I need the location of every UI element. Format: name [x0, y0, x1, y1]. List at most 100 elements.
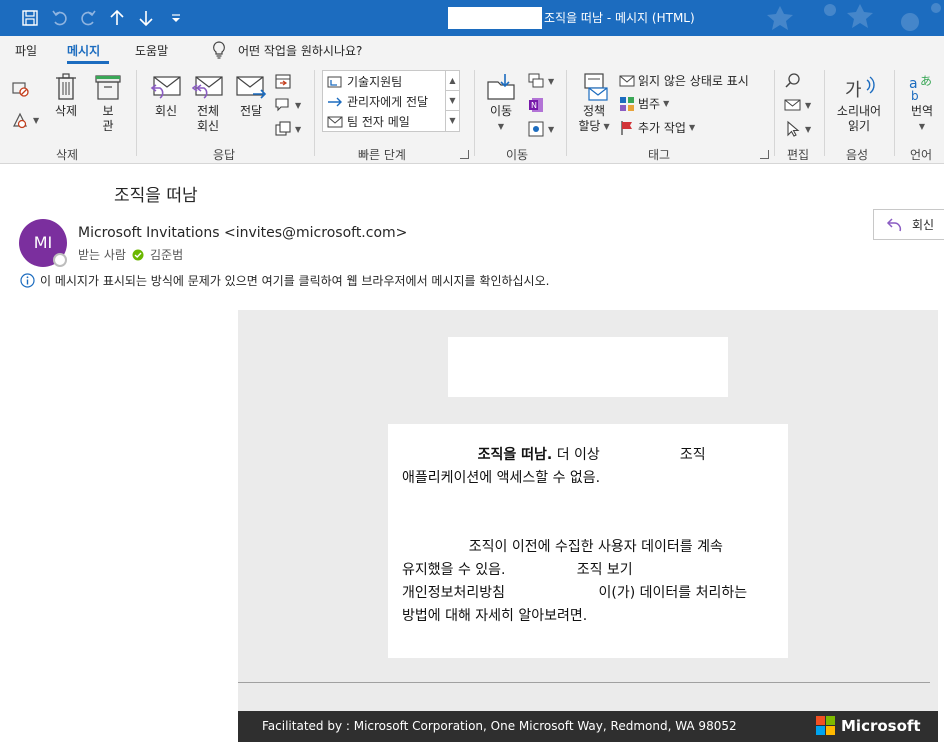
- customize-icon[interactable]: [166, 8, 186, 28]
- tab-help[interactable]: 도움말: [135, 42, 168, 59]
- policy-icon: [576, 72, 612, 102]
- redo-icon[interactable]: [78, 8, 98, 28]
- undo-icon[interactable]: [50, 8, 70, 28]
- assign-policy-label-1: 정책: [582, 104, 606, 118]
- group-separator: [774, 70, 775, 156]
- divider: [238, 682, 930, 683]
- email-line: 애플리케이션에 액세스할 수 없음.: [402, 470, 601, 486]
- archive-icon: [92, 72, 124, 102]
- cursor-icon: [784, 120, 802, 138]
- rules-button[interactable]: ▼: [527, 72, 554, 90]
- group-label-language: 언어: [910, 148, 933, 162]
- recipients-line: 받는 사람 김준범: [78, 246, 183, 263]
- forward-button[interactable]: 전달: [233, 72, 269, 119]
- group-label-tags: 태그: [648, 148, 671, 162]
- related-button[interactable]: ▼: [784, 96, 811, 114]
- assign-policy-button[interactable]: 정책 할당 ▼: [576, 72, 612, 134]
- email-line: 개인정보처리방침 이(가) 데이터를 처리하는: [402, 585, 748, 601]
- scroll-up-icon[interactable]: ▲: [446, 71, 459, 91]
- follow-up-button[interactable]: 추가 작업 ▼: [619, 119, 695, 136]
- quick-steps-scroll[interactable]: ▲ ▼ ▼: [445, 71, 459, 131]
- ribbon: ▼ 삭제 보 관 삭제 회신 전체 회신 전달 ▼ ▼ 응답 기술지원팀 관리자…: [0, 64, 944, 164]
- search-icon: [784, 72, 802, 90]
- reply-all-icon: [190, 72, 226, 102]
- expand-gallery-icon[interactable]: ▼: [446, 111, 459, 131]
- brand-name: Microsoft: [841, 716, 921, 735]
- translate-label: 번역: [910, 104, 934, 118]
- meeting-button[interactable]: [274, 72, 292, 90]
- group-label-respond: 응답: [213, 148, 236, 162]
- group-separator: [314, 70, 315, 156]
- title-bar: 조직을 떠남 - 메시지 (HTML): [0, 0, 944, 36]
- group-separator: [566, 70, 567, 156]
- archive-label-1: 보: [102, 104, 114, 118]
- reply-all-button[interactable]: 전체 회신: [190, 72, 226, 134]
- quick-step-label: 관리자에게 전달: [347, 95, 429, 109]
- related-mail-icon: [784, 96, 802, 114]
- microsoft-logo-icon: [816, 716, 835, 735]
- tell-me-search[interactable]: 어떤 작업을 원하시나요?: [212, 41, 362, 59]
- dialog-launcher-icon[interactable]: [460, 150, 469, 159]
- move-icon: [484, 72, 518, 102]
- more-respond-icon: [274, 120, 292, 138]
- reply-inline-button[interactable]: 회신: [873, 209, 944, 240]
- info-icon: [20, 273, 35, 288]
- recipient-name[interactable]: 김준범: [150, 246, 183, 263]
- quick-step-item[interactable]: 팀 전자 메일: [327, 113, 410, 130]
- translate-button[interactable]: aあb 번역 ▼: [902, 72, 942, 134]
- quick-step-item[interactable]: 관리자에게 전달: [327, 93, 428, 110]
- find-button[interactable]: [784, 72, 802, 90]
- footer-text: Facilitated by : Microsoft Corporation, …: [262, 719, 737, 733]
- save-icon[interactable]: [20, 8, 40, 28]
- sender-name[interactable]: Microsoft Invitations <invites@microsoft…: [78, 225, 407, 241]
- actions-button[interactable]: ▼: [527, 120, 554, 138]
- mark-unread-button[interactable]: 읽지 않은 상태로 표시: [619, 72, 749, 89]
- follow-up-label: 추가 작업: [638, 121, 686, 135]
- reply-all-label-2: 회신: [196, 119, 220, 133]
- im-button[interactable]: ▼: [274, 96, 301, 114]
- group-separator: [824, 70, 825, 156]
- read-aloud-button[interactable]: 가 소리내어 읽기: [832, 72, 886, 134]
- categorize-button[interactable]: 범주 ▼: [619, 95, 669, 112]
- trash-icon: [51, 72, 81, 102]
- select-button[interactable]: ▼: [784, 120, 811, 138]
- reply-all-label-1: 전체: [196, 104, 220, 118]
- reply-button[interactable]: 회신: [148, 72, 184, 119]
- group-label-edit: 편집: [787, 148, 810, 162]
- email-line1-rest: 더 이상 조직: [552, 447, 706, 463]
- email-line: 방법에 대해 자세히 알아보려면.: [402, 608, 588, 624]
- cleanup-button[interactable]: ▼: [10, 110, 39, 130]
- onenote-button[interactable]: N: [527, 96, 545, 114]
- dialog-launcher-icon[interactable]: [760, 150, 769, 159]
- down-arrow-icon[interactable]: [136, 8, 156, 28]
- group-label-quick-steps: 빠른 단계: [358, 148, 406, 162]
- scroll-down-icon[interactable]: ▼: [446, 91, 459, 111]
- up-arrow-icon[interactable]: [107, 8, 127, 28]
- info-bar[interactable]: 이 메시지가 표시되는 방식에 문제가 있으면 여기를 클릭하여 웹 브라우저에…: [20, 272, 549, 289]
- tab-file[interactable]: 파일: [15, 42, 37, 59]
- reply-arrow-icon: [886, 217, 904, 233]
- group-separator: [474, 70, 475, 156]
- move-button[interactable]: 이동 ▼: [484, 72, 518, 134]
- category-icon: [619, 96, 635, 112]
- archive-button[interactable]: 보 관: [92, 72, 124, 134]
- ignore-button[interactable]: [10, 78, 30, 98]
- arrow-right-icon: [327, 94, 343, 110]
- window-title: 조직을 떠남 - 메시지 (HTML): [544, 11, 695, 25]
- rules-icon: [527, 72, 545, 90]
- tab-message[interactable]: 메시지: [67, 42, 100, 59]
- quick-steps-gallery: 기술지원팀 관리자에게 전달 팀 전자 메일 ▲ ▼ ▼: [322, 70, 460, 132]
- delete-button[interactable]: 삭제: [51, 72, 81, 119]
- more-respond-button[interactable]: ▼: [274, 120, 301, 138]
- redacted-logo-region: [448, 337, 728, 397]
- email-content-card: 조직을 떠남. 더 이상 조직 애플리케이션에 액세스할 수 없음. 조직이 이…: [388, 424, 788, 658]
- email-blank-line: [402, 490, 774, 513]
- read-aloud-label-2: 읽기: [847, 119, 871, 133]
- ribbon-tabs: 파일 메시지 도움말 어떤 작업을 원하시나요?: [0, 36, 944, 64]
- assign-policy-label-2: 할당 ▼: [578, 119, 610, 133]
- email-line: 조직이 이전에 수집한 사용자 데이터를 계속: [402, 539, 723, 555]
- group-label-delete: 삭제: [56, 148, 79, 162]
- presence-status-icon: [53, 253, 67, 267]
- redacted-region: [448, 7, 542, 29]
- quick-step-item[interactable]: 기술지원팀: [327, 73, 402, 90]
